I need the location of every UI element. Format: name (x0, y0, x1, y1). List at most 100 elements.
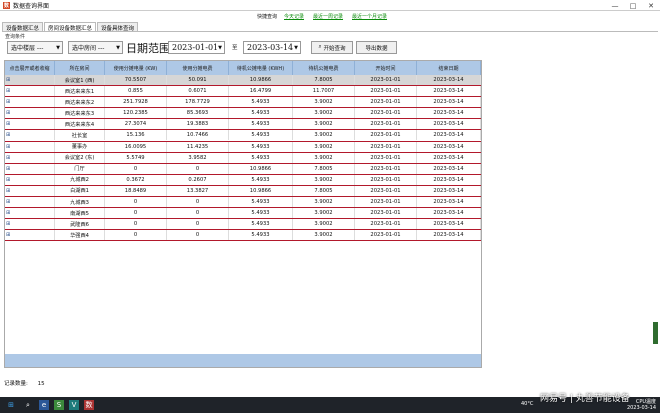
expand-row-icon[interactable]: ⊞ (5, 130, 55, 141)
task-view-icon[interactable]: e (39, 400, 49, 410)
table-cell: 2023-03-14 (417, 97, 481, 108)
expand-row-icon[interactable]: ⊞ (5, 119, 55, 130)
windows-start-icon[interactable]: ⊞ (5, 399, 17, 411)
table-cell: 10.9866 (229, 75, 293, 85)
table-cell: 2023-01-01 (355, 119, 417, 130)
expand-row-icon[interactable]: ⊞ (5, 174, 55, 185)
table-cell: 18.8489 (105, 185, 167, 196)
header-room[interactable]: 所在房间 (55, 61, 105, 75)
tray-date: 2023-03-14 (626, 405, 656, 411)
minimize-button[interactable]: — (606, 0, 624, 11)
table-cell: 2023-03-14 (417, 174, 481, 185)
table-cell: 武隆西6 (55, 219, 105, 230)
table-cell: 0.855 (105, 86, 167, 97)
app-red-icon[interactable]: 数 (84, 400, 94, 410)
header-start-time[interactable]: 开始时间 (355, 61, 417, 75)
expand-row-icon[interactable]: ⊞ (5, 75, 55, 85)
header-standby-fee[interactable]: 待机公摊电费 (293, 61, 355, 75)
quick-query-bar: 快捷查询 今天记录 最近一周记录 最近一个月记录 (0, 11, 660, 21)
table-row[interactable]: ⊞ 白湖西1 18.8489 13.3827 10.9866 7.8005 2023-01-… (5, 185, 481, 198)
table-cell: 5.4933 (229, 130, 293, 141)
tab-device-summary[interactable]: 设备数据汇总 (2, 22, 44, 32)
query-button[interactable]: ⌕ 开始查询 (311, 41, 353, 54)
table-row[interactable]: ⊞ 华强西4 0 0 5.4933 3.9002 2023-01-01 2023-03-14 (5, 230, 481, 242)
table-cell: 50.091 (167, 75, 229, 85)
expand-row-icon[interactable]: ⊞ (5, 197, 55, 208)
app-green-icon[interactable]: S (54, 400, 64, 410)
link-last-month[interactable]: 最近一个月记录 (352, 13, 387, 20)
table-cell: 11.4235 (167, 141, 229, 152)
export-button-label: 导出数据 (365, 45, 388, 52)
table-cell: 120.2385 (105, 108, 167, 119)
table-cell: 社长室 (55, 130, 105, 141)
maximize-button[interactable]: □ (624, 0, 642, 11)
app-teal-icon[interactable]: V (69, 400, 79, 410)
expand-row-icon[interactable]: ⊞ (5, 108, 55, 119)
table-cell: 华强西4 (55, 230, 105, 241)
table-cell: 0 (167, 208, 229, 219)
expand-row-icon[interactable]: ⊞ (5, 152, 55, 163)
table-cell: 3.9002 (293, 152, 355, 163)
building-select-value: 选中楼层 --- (11, 45, 44, 52)
chevron-down-icon: ▼ (116, 45, 120, 51)
table-cell: 2023-03-14 (417, 185, 481, 196)
building-select[interactable]: 选中楼层 --- ▼ (7, 41, 63, 54)
table-cell: 5.4933 (229, 230, 293, 241)
table-row[interactable]: ⊞ 西达来来东2 251.7928 178.7729 5.4933 3.9002 2023-… (5, 97, 481, 109)
header-expand[interactable]: 点击展开或者收缩 (5, 61, 55, 75)
table-cell: 0.3672 (105, 174, 167, 185)
end-date-picker[interactable]: 2023-03-14 ▼ (243, 41, 301, 54)
table-cell: 5.4933 (229, 97, 293, 108)
tab-room-device-summary[interactable]: 房间设备数据汇总 (44, 22, 97, 32)
search-icon[interactable]: ⌕ (22, 399, 34, 411)
table-row[interactable]: ⊞ 武隆西6 0 0 5.4933 3.9002 2023-01-01 2023-03-14 (5, 219, 481, 231)
expand-row-icon[interactable]: ⊞ (5, 163, 55, 174)
start-date-picker[interactable]: 2023-01-01 ▼ (168, 41, 225, 54)
table-cell: 5.4933 (229, 119, 293, 130)
link-last-week[interactable]: 最近一周记录 (313, 13, 343, 20)
export-button[interactable]: 导出数据 (356, 41, 397, 54)
header-usage-fee[interactable]: 使用分摊电费 (167, 61, 229, 75)
table-row[interactable]: ⊞ 九城西2 0.3672 0.2607 5.4933 3.9002 2023-01-01 2… (5, 174, 481, 186)
record-count-label: 记录数量: (4, 381, 28, 387)
table-cell: 0 (105, 230, 167, 241)
table-cell: 3.9002 (293, 219, 355, 230)
table-cell: 11.7007 (293, 86, 355, 97)
table-row[interactable]: ⊞ 西达来来东4 27.3074 19.3883 5.4933 3.9002 2023-01… (5, 119, 481, 131)
grid-footer-band (5, 354, 481, 367)
header-usage-kw[interactable]: 使用分摊电量 (KW) (105, 61, 167, 75)
expand-row-icon[interactable]: ⊞ (5, 97, 55, 108)
expand-row-icon[interactable]: ⊞ (5, 185, 55, 196)
table-cell: 0 (167, 230, 229, 241)
expand-row-icon[interactable]: ⊞ (5, 86, 55, 97)
table-cell: 5.4933 (229, 174, 293, 185)
table-cell: 10.9866 (229, 163, 293, 174)
table-row[interactable]: ⊞ 会议室1 (西) 70.5507 50.091 10.9866 7.8005 2023-… (5, 75, 481, 87)
tab-device-detail[interactable]: 设备具体查询 (97, 22, 139, 32)
table-row[interactable]: ⊞ 西达来来东1 0.855 0.6071 16.4799 11.7007 2023-01-… (5, 86, 481, 98)
table-cell: 178.7729 (167, 97, 229, 108)
close-button[interactable]: ✕ (642, 0, 660, 11)
table-row[interactable]: ⊞ 西达来来东3 120.2385 85.3693 5.4933 3.9002 2023-0… (5, 108, 481, 120)
table-cell: 5.4933 (229, 197, 293, 208)
expand-row-icon[interactable]: ⊞ (5, 219, 55, 230)
table-row[interactable]: ⊞ 门厅 0 0 10.9866 7.8005 2023-01-01 2023-03-14 (5, 163, 481, 175)
link-today[interactable]: 今天记录 (284, 13, 304, 20)
table-row[interactable]: ⊞ 会议室2 (东) 5.5749 3.9582 5.4933 3.9002 2023-01… (5, 152, 481, 164)
expand-row-icon[interactable]: ⊞ (5, 208, 55, 219)
table-row[interactable]: ⊞ 社长室 15.136 10.7466 5.4933 3.9002 2023-01-01 2… (5, 130, 481, 142)
table-cell: 13.3827 (167, 185, 229, 196)
vertical-scrollbar[interactable] (653, 322, 658, 344)
table-cell: 门厅 (55, 163, 105, 174)
table-row[interactable]: ⊞ 南湖西5 0 0 5.4933 3.9002 2023-01-01 2023-03-14 (5, 208, 481, 220)
table-cell: 2023-01-01 (355, 174, 417, 185)
header-standby-kwh[interactable]: 待机公摊电量 (KWH) (229, 61, 293, 75)
expand-row-icon[interactable]: ⊞ (5, 141, 55, 152)
table-row[interactable]: ⊞ 九城西3 0 0 5.4933 3.9002 2023-01-01 2023-03-14 (5, 197, 481, 209)
table-cell: 会议室2 (东) (55, 152, 105, 163)
table-row[interactable]: ⊞ 董事办 16.0095 11.4235 5.4933 3.9002 2023-01-01… (5, 141, 481, 153)
chevron-down-icon: ▼ (218, 45, 222, 51)
header-end-date[interactable]: 结束日期 (417, 61, 481, 75)
room-select[interactable]: 选中房间 --- ▼ (68, 41, 123, 54)
expand-row-icon[interactable]: ⊞ (5, 230, 55, 241)
